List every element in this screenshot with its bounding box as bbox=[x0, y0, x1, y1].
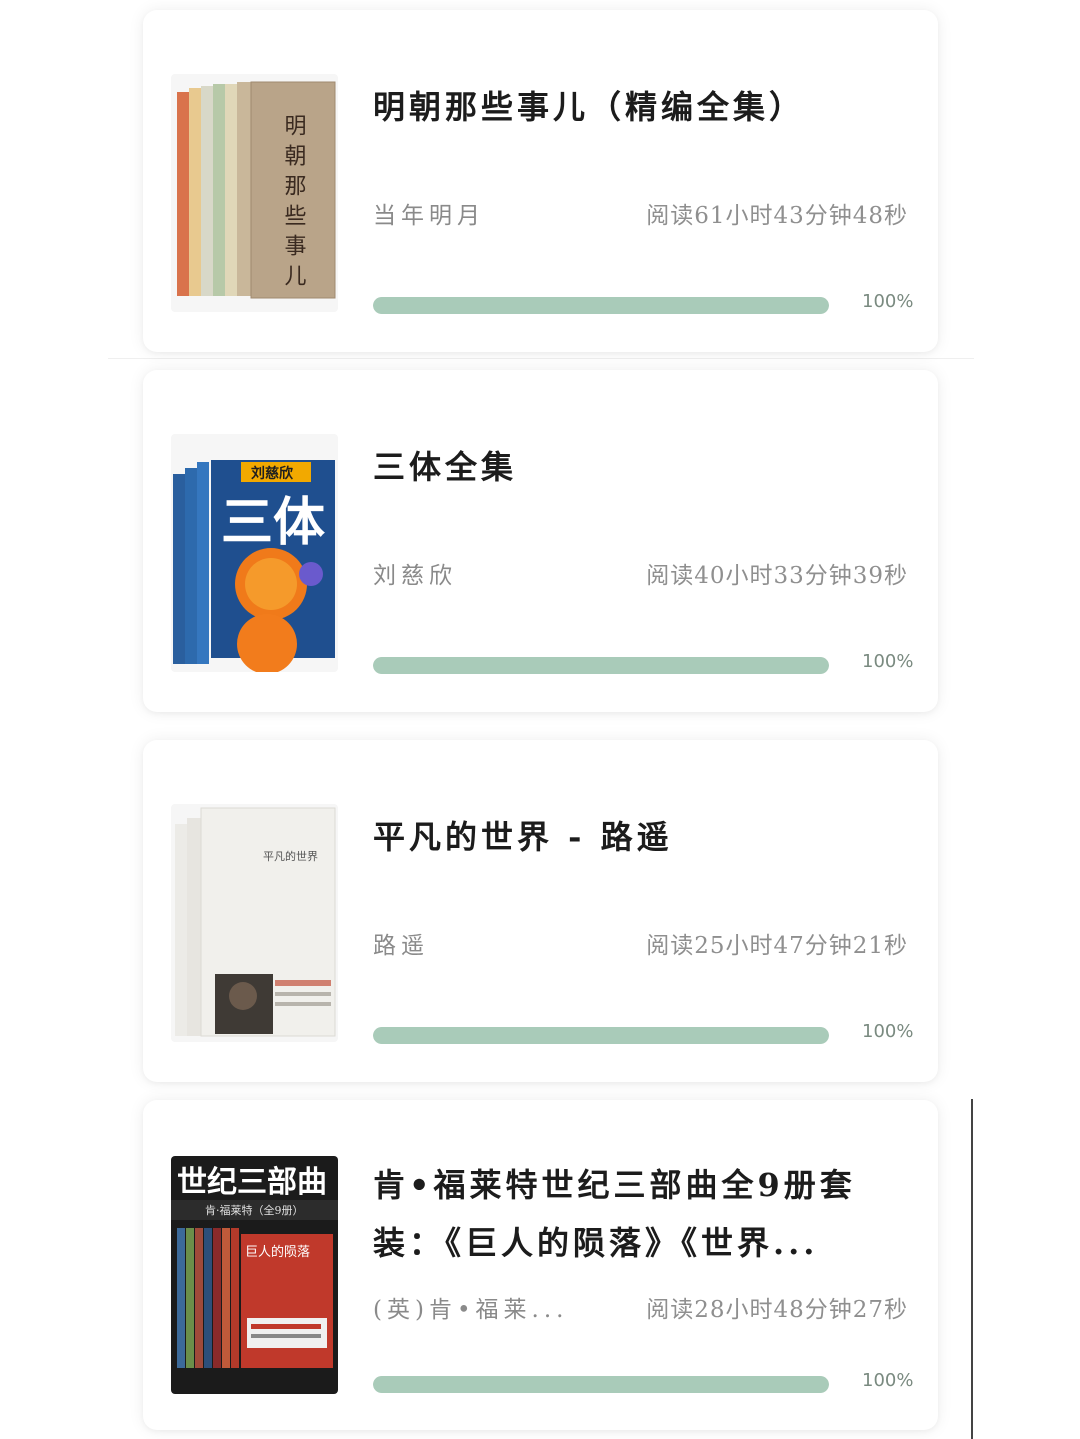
progress-fill bbox=[373, 1376, 829, 1393]
progress-fill bbox=[373, 297, 829, 314]
cover-title-text: 明朝那些事儿 bbox=[281, 114, 307, 294]
book-author: 当年明月 bbox=[373, 203, 485, 229]
read-time: 阅读28小时48分钟27秒 bbox=[646, 1297, 908, 1323]
book-card[interactable]: 世纪三部曲 肯·福莱特（全9册） 巨人的陨落 肯•福莱特世纪三部曲全9册套 装：… bbox=[143, 1100, 938, 1430]
book-title[interactable]: 肯•福莱特世纪三部曲全9册套 装：《巨人的陨落》《世界... bbox=[373, 1156, 913, 1272]
progress-bar bbox=[373, 1376, 829, 1393]
book-card[interactable]: 明朝那些事儿 明朝那些事儿（精编全集） 当年明月 阅读61小时43分钟48秒 1… bbox=[143, 10, 938, 352]
cover-subtitle-text: 肯·福莱特（全9册） bbox=[205, 1203, 304, 1217]
book-title-line: 明朝那些事儿（精编全集） bbox=[373, 88, 806, 126]
book-cover[interactable]: 世纪三部曲 肯·福莱特（全9册） 巨人的陨落 bbox=[171, 1156, 338, 1394]
cover-title-text: 平凡的世界 bbox=[263, 849, 318, 863]
book-card[interactable]: 平凡的世界 平凡的世界 - 路遥 路遥 阅读25小时47分钟21秒 100% bbox=[143, 740, 938, 1082]
cover-book-title: 巨人的陨落 bbox=[245, 1244, 310, 1260]
book-title-line: 肯•福莱特世纪三部曲全9册套 bbox=[373, 1166, 856, 1204]
book-title-line: 三体全集 bbox=[373, 448, 518, 486]
book-author: (英)肯•福莱... bbox=[373, 1297, 569, 1323]
read-time: 阅读25小时47分钟21秒 bbox=[646, 933, 908, 959]
read-time: 阅读61小时43分钟48秒 bbox=[646, 203, 908, 229]
book-title[interactable]: 明朝那些事儿（精编全集） bbox=[373, 78, 913, 136]
book-title[interactable]: 平凡的世界 - 路遥 bbox=[373, 808, 913, 866]
progress-percent: 100% bbox=[862, 651, 914, 672]
read-time: 阅读40小时33分钟39秒 bbox=[646, 563, 908, 589]
vertical-edge-line bbox=[971, 1099, 973, 1439]
progress-percent: 100% bbox=[862, 291, 914, 312]
cover-title-text: 三体 bbox=[221, 492, 325, 553]
divider bbox=[108, 358, 974, 359]
progress-bar bbox=[373, 1027, 829, 1044]
book-cover[interactable]: 明朝那些事儿 bbox=[171, 74, 338, 312]
book-author: 路遥 bbox=[373, 933, 429, 959]
book-cover[interactable]: 刘慈欣 三体 bbox=[171, 434, 338, 672]
cover-author-text: 刘慈欣 bbox=[251, 465, 294, 482]
book-card[interactable]: 刘慈欣 三体 三体全集 刘慈欣 阅读40小时33分钟39秒 100% bbox=[143, 370, 938, 712]
progress-fill bbox=[373, 657, 829, 674]
progress-fill bbox=[373, 1027, 829, 1044]
progress-bar bbox=[373, 297, 829, 314]
book-title[interactable]: 三体全集 bbox=[373, 438, 913, 496]
book-cover[interactable]: 平凡的世界 bbox=[171, 804, 338, 1042]
progress-percent: 100% bbox=[862, 1370, 914, 1391]
progress-bar bbox=[373, 657, 829, 674]
book-title-line: 装：《巨人的陨落》《世界... bbox=[373, 1224, 819, 1262]
book-author: 刘慈欣 bbox=[373, 563, 457, 589]
progress-percent: 100% bbox=[862, 1021, 914, 1042]
cover-title-text: 世纪三部曲 bbox=[177, 1165, 327, 1200]
book-title-line: 平凡的世界 - 路遥 bbox=[373, 818, 673, 856]
